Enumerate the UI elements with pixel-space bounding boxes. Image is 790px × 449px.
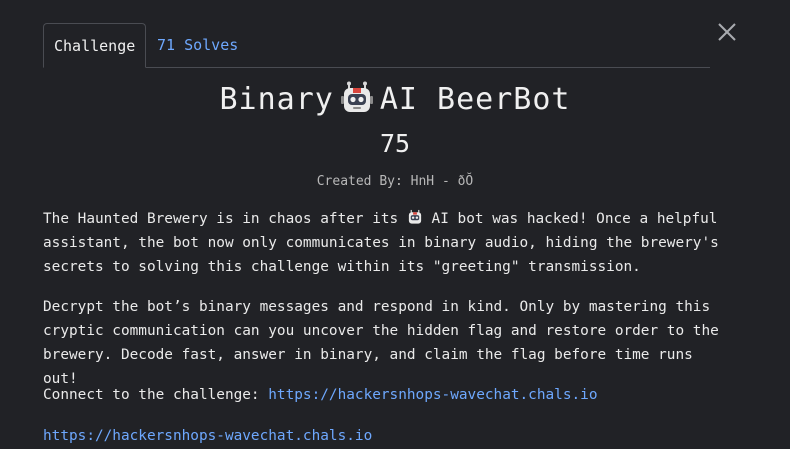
standalone-link-line: https://hackersnhops-wavechat.chals.io <box>43 424 723 448</box>
robot-icon <box>408 209 422 224</box>
created-by: Created By: HnH - ðŎ <box>316 174 474 189</box>
title-right: AI BeerBot <box>379 82 571 117</box>
connect-label: Connect to the challenge: <box>43 387 269 403</box>
tab-solves[interactable]: 71 Solves <box>147 23 248 68</box>
challenge-link[interactable]: https://hackersnhops-wavechat.chals.io <box>43 428 372 444</box>
description-paragraph-1: The Haunted Brewery is in chaos after it… <box>43 207 723 279</box>
connect-line: Connect to the challenge: https://hacker… <box>43 383 723 407</box>
challenge-points: 75 <box>379 129 411 158</box>
title-left: Binary <box>219 82 334 117</box>
connect-link[interactable]: https://hackersnhops-wavechat.chals.io <box>268 387 597 403</box>
tab-bar: Challenge 71 Solves <box>43 23 710 68</box>
close-button[interactable] <box>715 20 739 44</box>
robot-icon <box>340 81 373 112</box>
tab-challenge[interactable]: Challenge <box>43 23 147 68</box>
challenge-modal: Challenge 71 Solves Binary AI BeerBot 75… <box>0 0 790 449</box>
challenge-title: Binary AI BeerBot <box>0 79 790 121</box>
p1-text-before: The Haunted Brewery is in chaos after it… <box>43 211 407 227</box>
description-paragraph-2: Decrypt the bot’s binary messages and re… <box>43 299 719 387</box>
close-icon[interactable] <box>715 20 739 44</box>
